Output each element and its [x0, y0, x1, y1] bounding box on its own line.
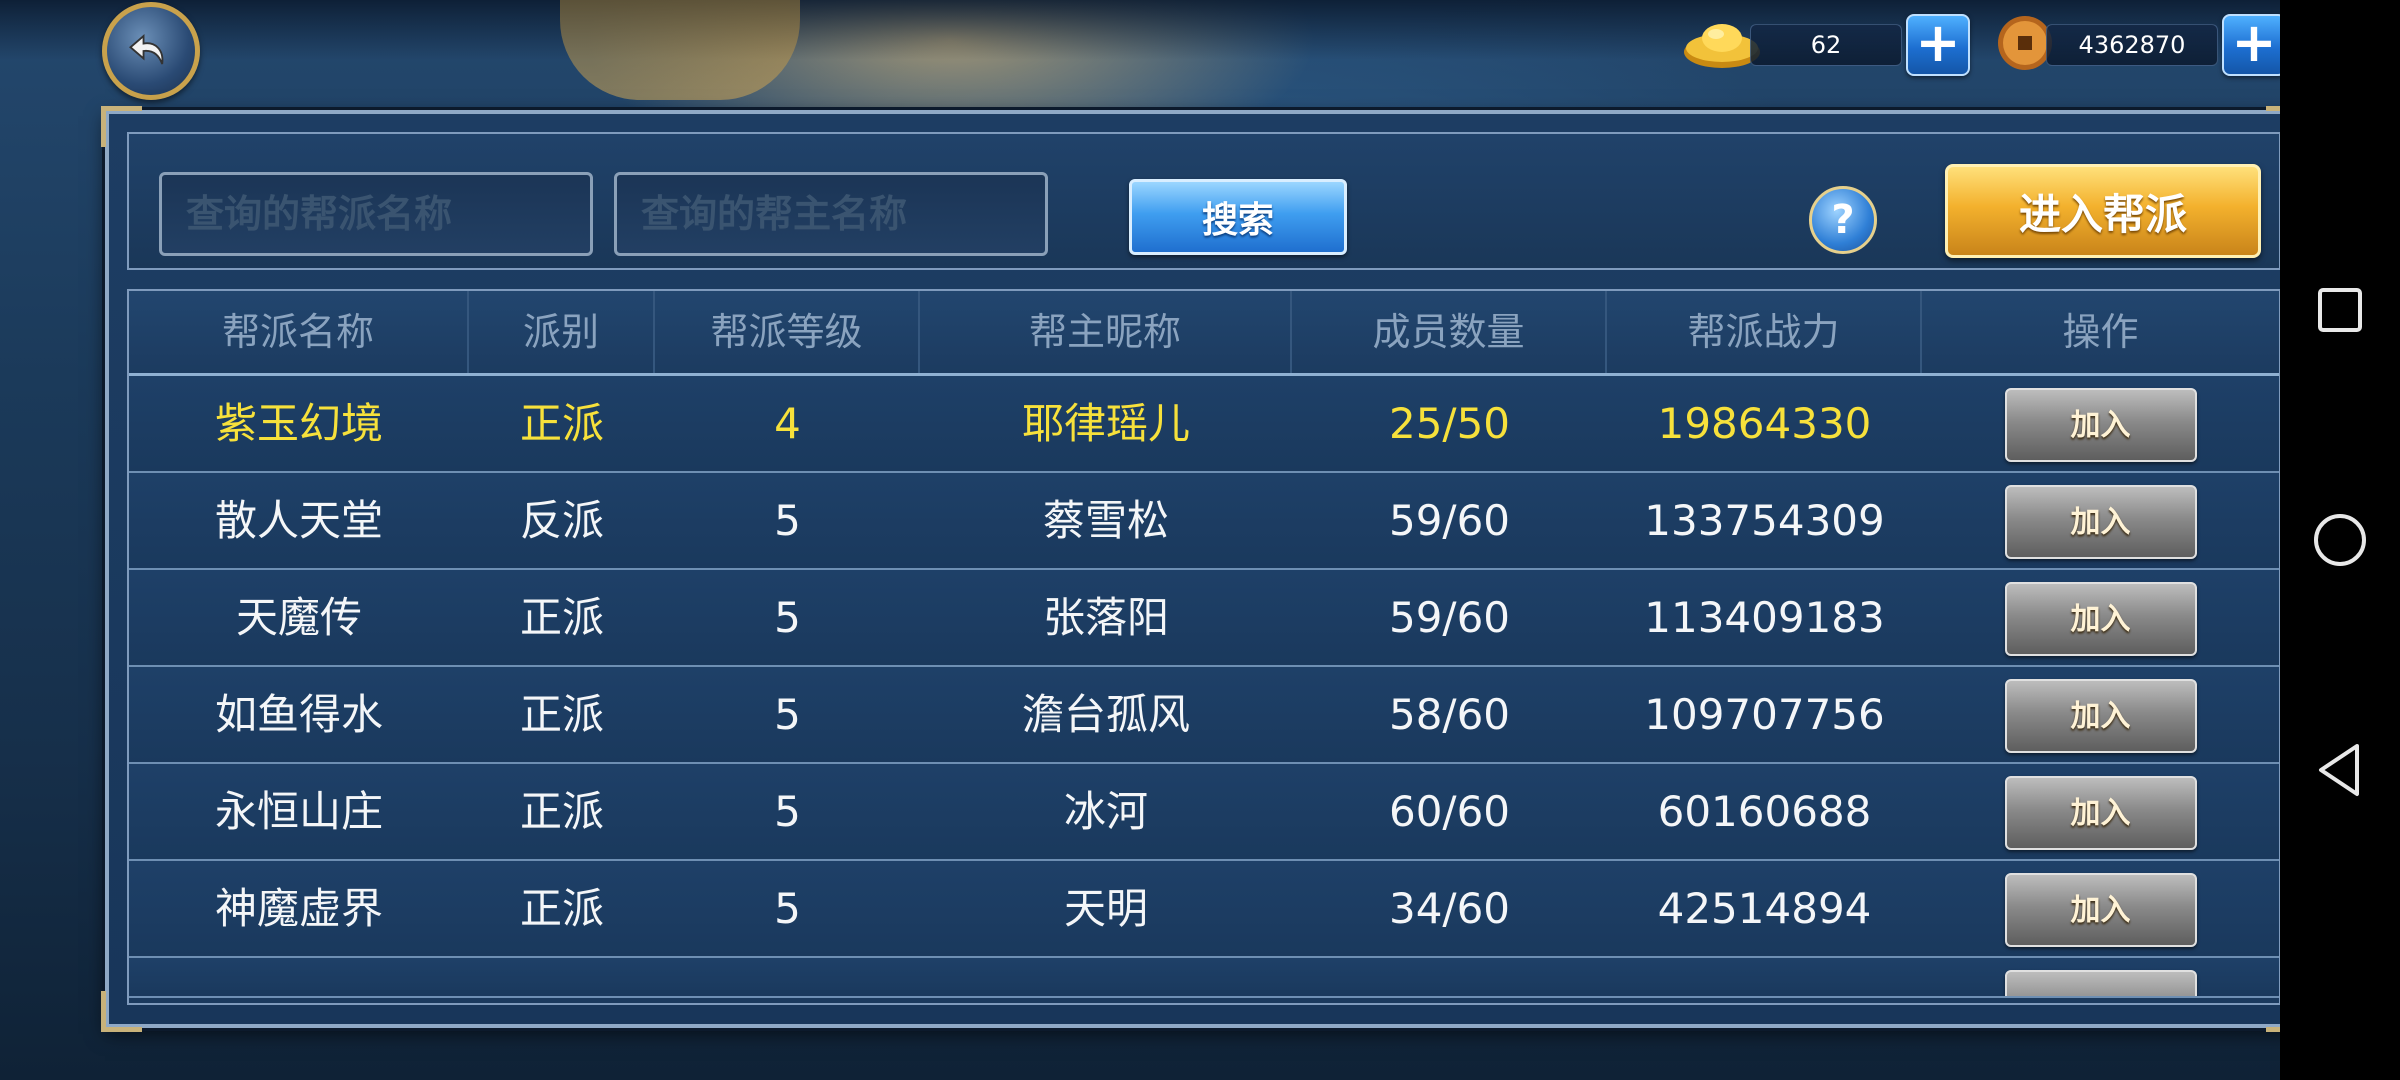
guild-panel: 搜索 ? 进入帮派 帮派名称 派别 帮派等级 帮主昵称 成员数量 帮派战力 操作… — [101, 106, 2307, 1032]
action-cell: 加入 — [1922, 376, 2279, 471]
table-row: 天魔传 正派 5 张落阳 59/60 113409183 加入 — [129, 570, 2279, 667]
header-guild-name: 帮派名称 — [129, 291, 469, 373]
member-count: 59/60 — [1388, 593, 1511, 642]
table-row: 如鱼得水 正派 5 澹台孤风 58/60 109707756 加入 — [129, 667, 2279, 764]
system-navigation-bar — [2280, 0, 2400, 1080]
join-button[interactable]: 加入 — [2004, 679, 2197, 753]
coin-amount: 4362870 — [2046, 24, 2218, 66]
square-icon — [2318, 288, 2362, 332]
triangle-back-icon — [2319, 744, 2359, 796]
leader-name: 澹台孤风 — [1021, 690, 1190, 739]
help-button[interactable]: ? — [1809, 186, 1877, 254]
guild-name: 天魔传 — [235, 593, 362, 642]
gold-currency: 62 + — [1680, 14, 1970, 76]
action-cell: 加入 — [1922, 667, 2279, 762]
header-faction: 派别 — [469, 291, 655, 373]
header-guild-power: 帮派战力 — [1607, 291, 1922, 373]
leader-name-field-wrapper — [614, 172, 1048, 256]
faction: 正派 — [519, 690, 604, 739]
member-count: 58/60 — [1388, 690, 1511, 739]
circle-icon — [2314, 514, 2366, 566]
faction: 正派 — [519, 593, 604, 642]
enter-guild-button[interactable]: 进入帮派 — [1945, 164, 2261, 258]
header-member-count: 成员数量 — [1292, 291, 1607, 373]
table-row: 散人天堂 反派 5 蔡雪松 59/60 133754309 加入 — [129, 473, 2279, 570]
action-cell: 加入 — [1922, 570, 2279, 665]
leader-name: 耶律瑶儿 — [1021, 399, 1190, 448]
guild-name: 永恒山庄 — [214, 787, 383, 836]
join-button[interactable]: 加入 — [2004, 388, 2197, 462]
leader-name: 张落阳 — [1042, 593, 1169, 642]
guild-level: 5 — [774, 690, 801, 739]
guild-power: 109707756 — [1644, 690, 1885, 739]
search-button[interactable]: 搜索 — [1129, 179, 1347, 255]
action-cell — [1922, 958, 2279, 996]
guild-power: 19864330 — [1657, 399, 1872, 448]
add-gold-button[interactable]: + — [1906, 14, 1970, 76]
header-leader-name: 帮主昵称 — [920, 291, 1292, 373]
leader-name: 蔡雪松 — [1042, 496, 1169, 545]
home-button[interactable] — [2308, 508, 2372, 572]
join-button[interactable]: 加入 — [2004, 582, 2197, 656]
action-cell: 加入 — [1922, 764, 2279, 859]
action-cell: 加入 — [1922, 861, 2279, 956]
guild-power: 113409183 — [1644, 593, 1885, 642]
action-cell: 加入 — [1922, 473, 2279, 568]
table-row: 神魔虚界 正派 5 天明 34/60 42514894 加入 — [129, 861, 2279, 958]
coin-currency: 4362870 + — [1996, 14, 2286, 76]
member-count: 25/50 — [1388, 399, 1511, 448]
join-button[interactable]: 加入 — [2004, 776, 2197, 850]
header-guild-level: 帮派等级 — [655, 291, 920, 373]
guild-level: 5 — [774, 884, 801, 933]
table-row: 紫玉幻境 正派 4 耶律瑶儿 25/50 19864330 加入 — [129, 376, 2279, 473]
member-count: 59/60 — [1388, 496, 1511, 545]
table-body[interactable]: 紫玉幻境 正派 4 耶律瑶儿 25/50 19864330 加入 散人天堂 反派… — [129, 376, 2279, 998]
faction: 正派 — [519, 787, 604, 836]
join-button[interactable]: 加入 — [2004, 873, 2197, 947]
header-action: 操作 — [2062, 310, 2139, 354]
guild-level: 5 — [774, 496, 801, 545]
guild-power: 42514894 — [1657, 884, 1872, 933]
table-row: 永恒山庄 正派 5 冰河 60/60 60160688 加入 — [129, 764, 2279, 861]
guild-name: 紫玉幻境 — [214, 399, 383, 448]
guild-name: 如鱼得水 — [214, 690, 383, 739]
background-lantern — [560, 0, 800, 100]
leader-name: 天明 — [1063, 884, 1148, 933]
faction: 反派 — [519, 496, 604, 545]
gold-amount: 62 — [1750, 24, 1902, 66]
guild-level: 5 — [774, 593, 801, 642]
leader-name: 冰河 — [1063, 787, 1148, 836]
guild-power: 60160688 — [1657, 787, 1872, 836]
table-header: 帮派名称 派别 帮派等级 帮主昵称 成员数量 帮派战力 操作 — [129, 291, 2279, 376]
join-button-partial[interactable] — [2004, 970, 2197, 996]
guild-level: 5 — [774, 787, 801, 836]
faction: 正派 — [519, 399, 604, 448]
guild-name-search-input[interactable] — [162, 175, 590, 253]
guild-name-field-wrapper — [159, 172, 593, 256]
back-arrow-icon — [129, 34, 164, 65]
search-area: 搜索 ? 进入帮派 — [127, 132, 2281, 270]
add-coins-button[interactable]: + — [2222, 14, 2286, 76]
back-nav-button[interactable] — [2308, 738, 2372, 802]
back-button[interactable] — [102, 2, 200, 100]
guild-table: 帮派名称 派别 帮派等级 帮主昵称 成员数量 帮派战力 操作 紫玉幻境 正派 4… — [127, 289, 2281, 1005]
faction: 正派 — [519, 884, 604, 933]
guild-power: 133754309 — [1644, 496, 1885, 545]
guild-level: 4 — [774, 399, 801, 448]
recent-apps-button[interactable] — [2308, 278, 2372, 342]
member-count: 34/60 — [1388, 884, 1511, 933]
guild-name: 神魔虚界 — [214, 884, 383, 933]
table-row-partial — [129, 958, 2279, 998]
join-button[interactable]: 加入 — [2004, 485, 2197, 559]
guild-name: 散人天堂 — [214, 496, 383, 545]
leader-name-search-input[interactable] — [617, 175, 1045, 253]
member-count: 60/60 — [1388, 787, 1511, 836]
